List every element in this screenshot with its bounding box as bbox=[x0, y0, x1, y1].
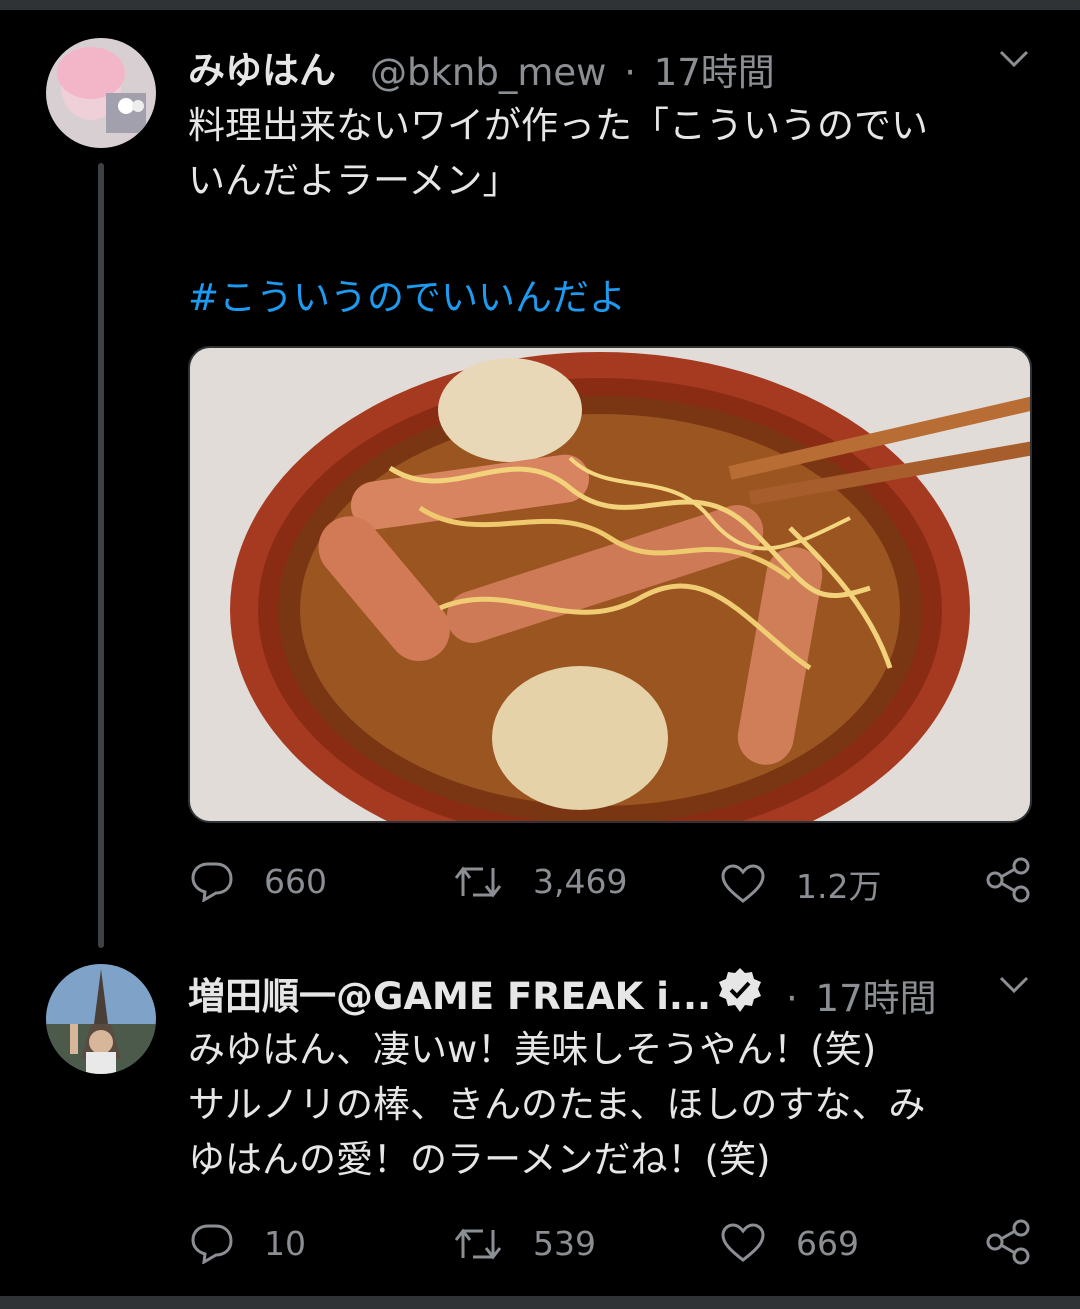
thread-line bbox=[98, 163, 104, 948]
share-button[interactable] bbox=[985, 856, 1031, 904]
share-icon bbox=[986, 1219, 1030, 1265]
separator: · bbox=[624, 51, 636, 94]
reply-button[interactable]: 660 bbox=[190, 860, 327, 902]
retweet-count: 3,469 bbox=[533, 862, 628, 901]
reply-count: 10 bbox=[264, 1223, 306, 1263]
verified-badge-icon bbox=[716, 966, 764, 1018]
share-icon bbox=[986, 857, 1030, 903]
chevron-down-icon[interactable] bbox=[998, 974, 1030, 1000]
reply-count: 660 bbox=[264, 861, 327, 901]
retweet-button[interactable]: 539 bbox=[453, 1224, 596, 1263]
ramen-photo[interactable] bbox=[188, 346, 1032, 823]
handle[interactable]: @bknb_mew · 17時間 bbox=[370, 42, 775, 96]
timestamp[interactable]: 17時間 bbox=[816, 977, 937, 1020]
like-icon bbox=[721, 864, 765, 903]
like-count: 1.2万 bbox=[796, 867, 882, 906]
display-name[interactable]: 増田順一@GAME FREAK i... bbox=[188, 966, 711, 1020]
reply-button[interactable]: 10 bbox=[190, 1222, 306, 1264]
like-count: 669 bbox=[796, 1223, 859, 1263]
retweet-icon bbox=[454, 866, 502, 897]
retweet-icon bbox=[454, 1228, 502, 1259]
tweet-text: みゆはん、凄いw！美味しそうやん！(笑) サルノリの棒、きんのたま、ほしのすな、… bbox=[188, 1028, 926, 1181]
bottom-divider bbox=[0, 1296, 1080, 1309]
timestamp[interactable]: 17時間 bbox=[654, 51, 775, 94]
retweet-button[interactable]: 3,469 bbox=[453, 862, 627, 901]
chevron-down-icon[interactable] bbox=[998, 48, 1030, 74]
tweet-text: 料理出来ないワイが作った「こういうのでい いんだよラーメン」 bbox=[188, 104, 928, 202]
handle-text[interactable]: @bknb_mew bbox=[370, 51, 606, 94]
retweet-count: 539 bbox=[533, 1224, 596, 1263]
share-button[interactable] bbox=[985, 1218, 1031, 1266]
display-name[interactable]: みゆはん bbox=[188, 40, 336, 94]
like-button[interactable]: 1.2万 bbox=[720, 860, 881, 908]
reply-icon bbox=[191, 862, 233, 902]
separator: · bbox=[786, 977, 798, 1020]
hashtag-link[interactable]: #こういうのでいいんだよ bbox=[188, 267, 626, 321]
reply-icon bbox=[191, 1224, 233, 1264]
avatar[interactable] bbox=[46, 38, 156, 148]
like-icon bbox=[721, 1223, 765, 1262]
like-button[interactable]: 669 bbox=[720, 1222, 859, 1264]
tweet-meta[interactable]: · 17時間 bbox=[780, 968, 937, 1022]
top-divider bbox=[0, 0, 1080, 10]
avatar[interactable] bbox=[46, 964, 156, 1074]
